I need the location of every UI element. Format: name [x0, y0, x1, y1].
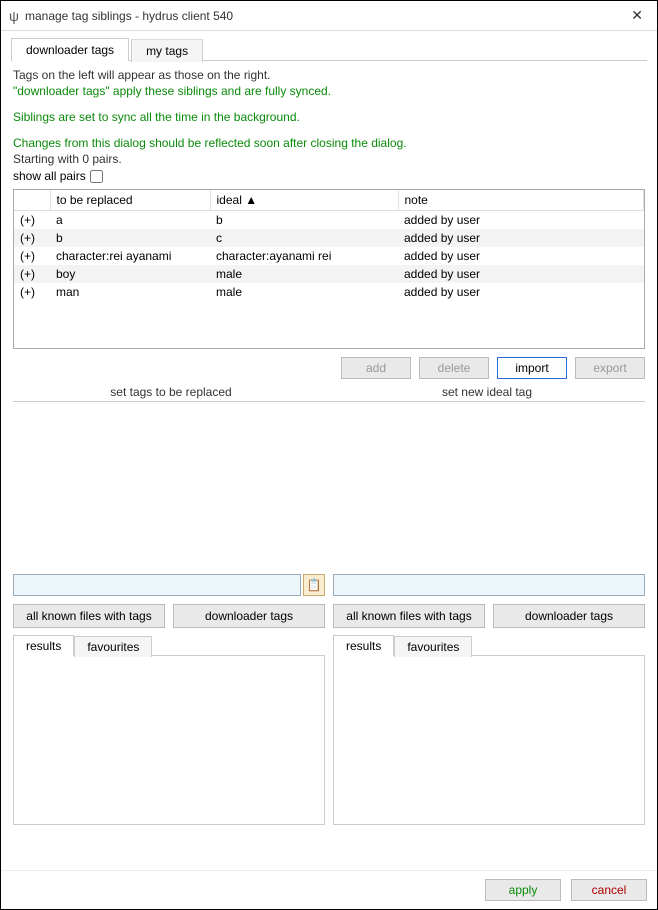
info-sync-status: "downloader tags" apply these siblings a…: [13, 84, 645, 98]
right-tag-box[interactable]: [333, 402, 645, 570]
right-panel: all known files with tags downloader tag…: [333, 402, 645, 825]
info-pair-count: Starting with 0 pairs.: [13, 152, 645, 166]
left-tab-results[interactable]: results: [13, 635, 74, 656]
right-tag-domain-button[interactable]: downloader tags: [493, 604, 645, 628]
left-tab-favourites[interactable]: favourites: [74, 636, 152, 657]
left-panel-header: set tags to be replaced: [13, 385, 329, 399]
left-tag-box[interactable]: [13, 402, 325, 570]
show-all-pairs-label: show all pairs: [13, 169, 86, 183]
right-tag-input[interactable]: [333, 574, 645, 596]
table-row[interactable]: (+) boy male added by user: [14, 265, 644, 283]
export-button[interactable]: export: [575, 357, 645, 379]
right-results-list[interactable]: [333, 655, 645, 825]
show-all-pairs-row: show all pairs: [13, 169, 645, 183]
service-tabs: downloader tags my tags: [1, 31, 657, 60]
dual-tag-panels: 📋 all known files with tags downloader t…: [13, 401, 645, 825]
table-actions: add delete import export: [13, 357, 645, 379]
right-tab-favourites[interactable]: favourites: [394, 636, 472, 657]
left-tag-input[interactable]: [13, 574, 301, 596]
dialog-footer: apply cancel: [1, 870, 657, 909]
pairs-table[interactable]: to be replaced ideal ▲ note (+) a b adde…: [13, 189, 645, 349]
show-all-pairs-checkbox[interactable]: [90, 170, 103, 183]
cancel-button[interactable]: cancel: [571, 879, 647, 901]
add-button[interactable]: add: [341, 357, 411, 379]
tab-my-tags[interactable]: my tags: [131, 39, 203, 62]
left-results-list[interactable]: [13, 655, 325, 825]
panel-headers: set tags to be replaced set new ideal ta…: [13, 385, 645, 399]
info-sync-mode: Siblings are set to sync all the time in…: [13, 110, 645, 124]
right-tab-results[interactable]: results: [333, 635, 394, 656]
table-row[interactable]: (+) b c added by user: [14, 229, 644, 247]
import-button[interactable]: import: [497, 357, 567, 379]
left-tag-domain-button[interactable]: downloader tags: [173, 604, 325, 628]
info-line-1: Tags on the left will appear as those on…: [13, 68, 645, 82]
close-icon[interactable]: ✕: [625, 7, 649, 24]
apply-button[interactable]: apply: [485, 879, 561, 901]
col-header-note[interactable]: note: [398, 190, 644, 211]
col-header-replaced[interactable]: to be replaced: [50, 190, 210, 211]
app-icon: ψ: [9, 8, 19, 24]
col-header-ideal[interactable]: ideal ▲: [210, 190, 398, 211]
col-header-mark[interactable]: [14, 190, 50, 211]
window-title: manage tag siblings - hydrus client 540: [25, 9, 625, 23]
paste-icon[interactable]: 📋: [303, 574, 325, 596]
table-row[interactable]: (+) character:rei ayanami character:ayan…: [14, 247, 644, 265]
delete-button[interactable]: delete: [419, 357, 489, 379]
table-row[interactable]: (+) a b added by user: [14, 211, 644, 230]
titlebar: ψ manage tag siblings - hydrus client 54…: [1, 1, 657, 31]
right-panel-header: set new ideal tag: [329, 385, 645, 399]
left-panel: 📋 all known files with tags downloader t…: [13, 402, 325, 825]
left-files-domain-button[interactable]: all known files with tags: [13, 604, 165, 628]
main-content: Tags on the left will appear as those on…: [11, 60, 647, 862]
tab-downloader-tags[interactable]: downloader tags: [11, 38, 129, 61]
right-files-domain-button[interactable]: all known files with tags: [333, 604, 485, 628]
table-row[interactable]: (+) man male added by user: [14, 283, 644, 301]
info-changes: Changes from this dialog should be refle…: [13, 136, 645, 150]
